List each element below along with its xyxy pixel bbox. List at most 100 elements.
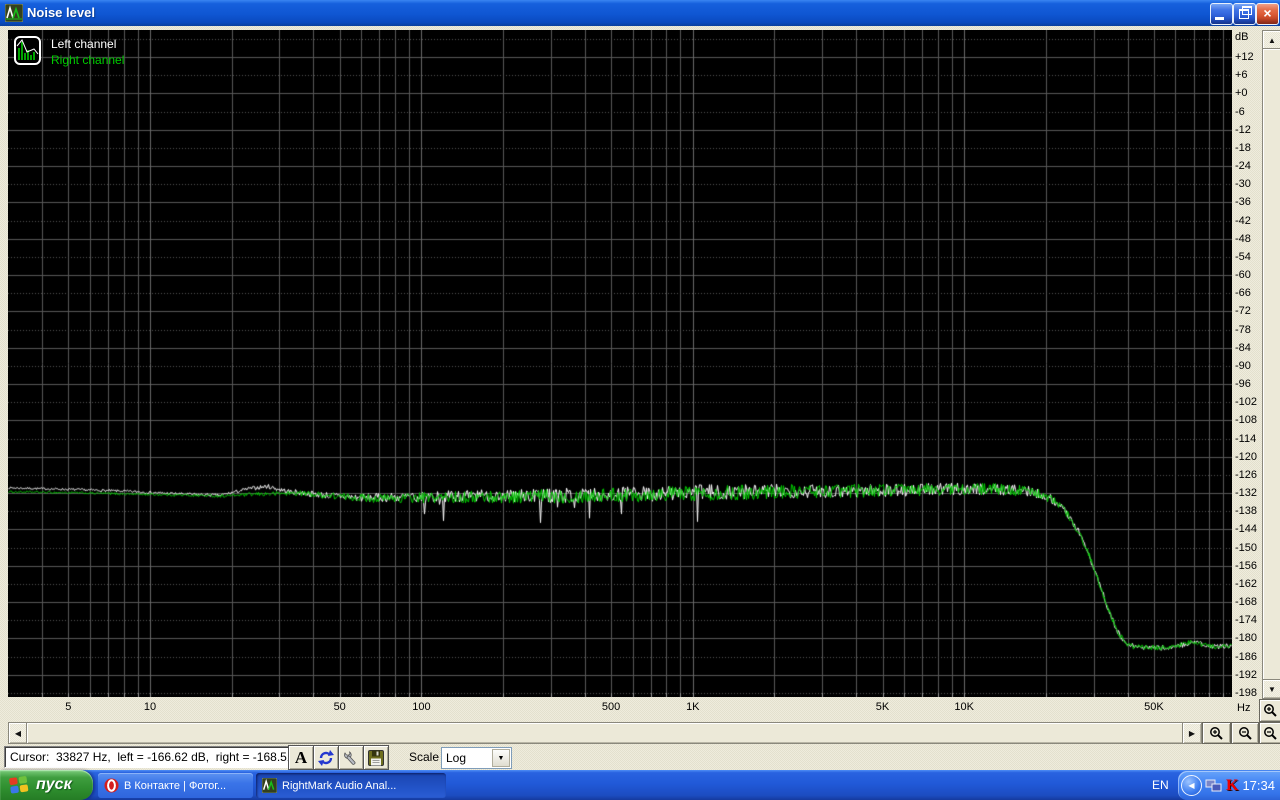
- opera-browser-icon: [104, 778, 119, 793]
- db-tick-label: -6: [1235, 105, 1245, 118]
- freq-tick-label: 10: [143, 701, 157, 713]
- taskbar: пуск В Контакте | Фотог... RightMark Aud…: [0, 770, 1280, 800]
- kaspersky-tray-icon[interactable]: K: [1226, 777, 1238, 795]
- db-tick-label: +0: [1235, 87, 1248, 100]
- taskbar-clock: 17:34: [1242, 778, 1275, 793]
- hz-unit-label: Hz: [1237, 702, 1251, 714]
- db-tick-label: -156: [1235, 559, 1258, 572]
- db-tick-label: -60: [1235, 269, 1251, 281]
- db-tick-label: -120: [1235, 450, 1258, 463]
- scale-dropdown[interactable]: Log ▼: [441, 747, 512, 769]
- legend-left-channel: Left channel: [51, 37, 117, 51]
- db-tick-label: -90: [1235, 359, 1251, 372]
- vscroll-thumb[interactable]: [1262, 48, 1280, 681]
- db-tick-label: -36: [1235, 196, 1251, 209]
- hscroll-left-button[interactable]: ◀: [8, 722, 28, 744]
- save-button[interactable]: [363, 745, 389, 770]
- system-tray: ◀ K 17:34: [1178, 771, 1280, 800]
- db-tick-label: -150: [1235, 541, 1258, 554]
- db-tick-label: -138: [1235, 505, 1258, 518]
- legend-right-channel: Right channel: [51, 53, 125, 67]
- freq-tick-label: 5K: [875, 701, 890, 713]
- start-label: пуск: [36, 776, 72, 793]
- frequency-axis: 5 10 50 100 500 1K 5K 10K 50K: [8, 699, 1232, 716]
- db-tick-label: -126: [1235, 468, 1258, 481]
- horizontal-zoom-out-button[interactable]: [1231, 722, 1259, 744]
- vertical-zoom-in-button[interactable]: [1259, 699, 1280, 722]
- db-tick-label: -54: [1235, 250, 1251, 263]
- window-titlebar: Noise level ×: [0, 0, 1280, 26]
- freq-tick-label: 500: [601, 701, 621, 713]
- close-icon: ×: [1263, 5, 1272, 21]
- taskbar-task-rmaa[interactable]: RightMark Audio Anal...: [256, 773, 446, 798]
- db-tick-label: +6: [1235, 69, 1248, 82]
- noise-spectrum-plot[interactable]: [8, 30, 1232, 697]
- magnifier-plus-icon: [1210, 726, 1223, 740]
- freq-tick-label: 10K: [954, 701, 974, 713]
- close-button[interactable]: ×: [1256, 3, 1279, 25]
- settings-button[interactable]: [338, 745, 364, 770]
- start-button[interactable]: пуск: [0, 770, 93, 800]
- db-tick-label: -102: [1235, 396, 1258, 409]
- save-floppy-icon: [368, 749, 384, 766]
- rmaa-app-icon: [262, 778, 277, 793]
- db-tick-label: -186: [1235, 650, 1258, 663]
- db-tick-label: -42: [1235, 214, 1251, 227]
- task-label: В Контакте | Фотог...: [124, 779, 227, 792]
- cursor-readout: Cursor: 33827 Hz, left = -166.62 dB, rig…: [4, 746, 312, 768]
- db-tick-label: -96: [1235, 378, 1251, 390]
- db-tick-label: -144: [1235, 523, 1258, 536]
- language-indicator[interactable]: EN: [1152, 778, 1169, 792]
- db-tick-label: -72: [1235, 305, 1251, 318]
- db-tick-label: -174: [1235, 614, 1258, 627]
- db-tick-label: -168: [1235, 596, 1258, 608]
- db-tick-label: +12: [1235, 51, 1254, 63]
- taskbar-task-browser[interactable]: В Контакте | Фотог...: [98, 773, 253, 798]
- db-tick-label: -18: [1235, 141, 1251, 154]
- freq-tick-label: 100: [412, 701, 431, 713]
- refresh-button[interactable]: [313, 745, 339, 770]
- app-icon: [5, 4, 23, 22]
- scale-value: Log: [446, 751, 467, 765]
- db-tick-label: -84: [1235, 341, 1251, 354]
- db-tick-label: -24: [1235, 160, 1251, 172]
- db-tick-label: -132: [1235, 487, 1258, 499]
- windows-logo-icon: [9, 776, 29, 794]
- font-button[interactable]: A: [288, 745, 314, 770]
- window-title: Noise level: [27, 5, 95, 20]
- db-tick-label: -162: [1235, 577, 1258, 590]
- vertical-zoom-out-button[interactable]: [1259, 722, 1280, 744]
- freq-tick-label: 5: [65, 701, 72, 713]
- network-tray-icon[interactable]: [1205, 778, 1223, 794]
- db-tick-label: -108: [1235, 414, 1258, 427]
- tray-collapse-arrow-icon[interactable]: ◀: [1181, 775, 1202, 796]
- hscroll-right-button[interactable]: ▶: [1182, 722, 1202, 744]
- spectrum-legend-icon: [14, 36, 41, 65]
- chevron-down-icon[interactable]: ▼: [492, 749, 510, 767]
- minimize-button[interactable]: [1210, 3, 1233, 25]
- magnifier-plus-icon: [1264, 704, 1277, 717]
- magnifier-minus-icon: [1238, 726, 1252, 740]
- desktop: Noise level × Left channel Right channel…: [0, 0, 1280, 800]
- hscroll-thumb[interactable]: [26, 722, 1184, 744]
- wrench-icon: [344, 750, 356, 765]
- db-tick-label: -48: [1235, 232, 1251, 245]
- db-tick-label: -12: [1235, 123, 1251, 136]
- db-tick-label: -114: [1235, 432, 1257, 445]
- freq-tick-label: 1K: [686, 701, 700, 713]
- font-icon: A: [294, 747, 308, 767]
- db-tick-label: -78: [1235, 323, 1251, 336]
- db-tick-label: -192: [1235, 668, 1258, 681]
- restore-button[interactable]: [1233, 3, 1256, 25]
- vscroll-up-button[interactable]: ▲: [1262, 30, 1280, 50]
- db-tick-label: -66: [1235, 287, 1251, 300]
- minimize-icon: [1215, 17, 1224, 20]
- task-label: RightMark Audio Anal...: [282, 779, 397, 792]
- scale-label: Scale: [409, 750, 440, 764]
- db-tick-label: -180: [1235, 632, 1258, 645]
- refresh-icon: [318, 749, 334, 766]
- horizontal-zoom-in-button[interactable]: [1202, 722, 1231, 744]
- vscroll-down-button[interactable]: ▼: [1262, 679, 1280, 699]
- restore-icon: [1239, 6, 1252, 19]
- freq-tick-label: 50: [333, 701, 346, 713]
